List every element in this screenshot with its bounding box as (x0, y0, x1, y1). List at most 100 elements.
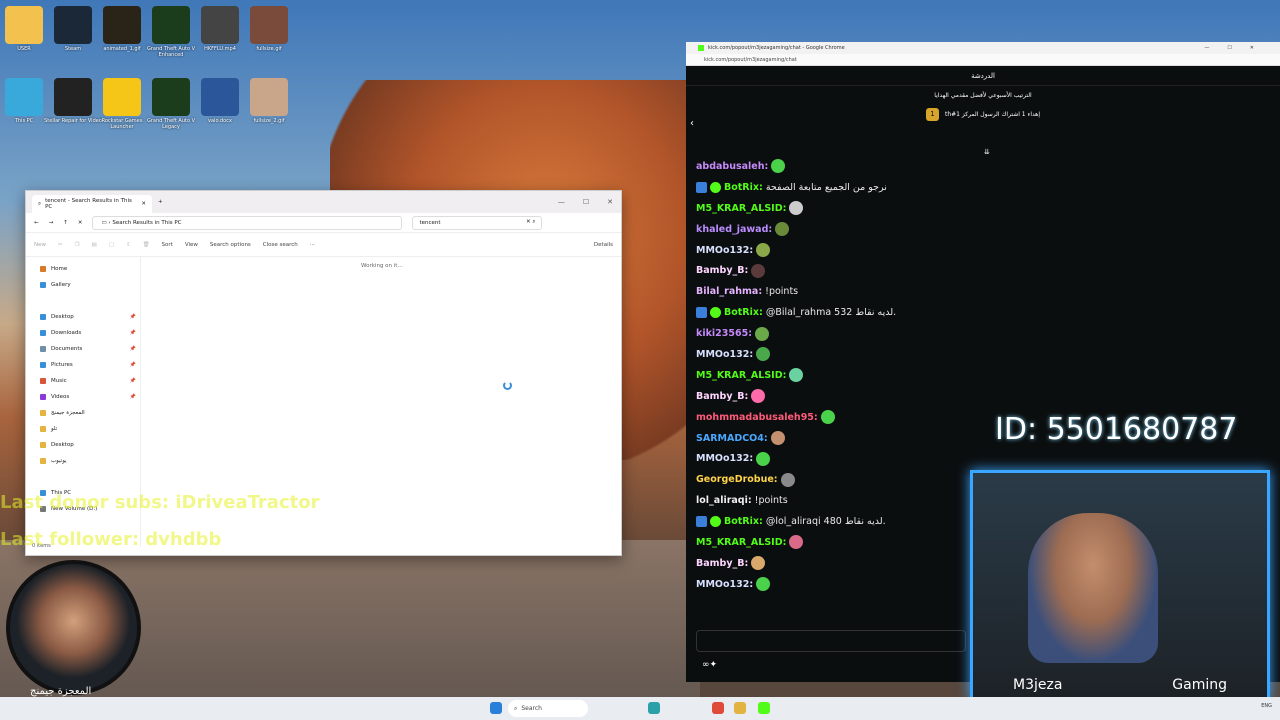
share-icon[interactable]: ⇪ (126, 242, 131, 248)
chevron-left-icon[interactable]: ‹ (690, 118, 694, 129)
nav-item[interactable]: Gallery (26, 277, 140, 293)
chat-username[interactable]: MMOo132: (696, 579, 753, 590)
chat-message[interactable]: MMOo132: (696, 448, 1046, 469)
emoji-picker-icon[interactable]: ∞✦ (702, 660, 717, 670)
search-field[interactable]: tencent ✕ ⌕ (412, 215, 543, 230)
nav-item[interactable]: Desktop (26, 437, 140, 453)
desktop-icon[interactable]: fullsize.gif (239, 6, 299, 52)
nav-item[interactable]: تلو (26, 421, 140, 437)
nav-item-label: Desktop (51, 314, 74, 320)
clear-search-icon[interactable]: ✕ ⌕ (526, 219, 535, 226)
address-bar: ← → ↑ ✕ ▭ › Search Results in This PC te… (26, 213, 621, 233)
chat-message[interactable]: Bamby_B: (696, 386, 1046, 407)
forward-icon[interactable]: → (49, 220, 54, 226)
new-tab-icon[interactable]: + (158, 199, 163, 205)
chrome-url-bar[interactable]: kick.com/popout/m3jezagaming/chat (686, 54, 1280, 66)
chat-text: @Bilal_rahma 532 لديه نقاط. (765, 307, 897, 319)
chat-username[interactable]: M5_KRAR_ALSID: (696, 537, 786, 548)
nav-item[interactable]: Documents 📌 (26, 341, 140, 357)
stop-icon[interactable]: ✕ (78, 220, 83, 226)
chat-username[interactable]: khaled_jawad: (696, 224, 772, 235)
chat-message[interactable]: kiki23565: (696, 323, 1046, 344)
emote-icon (756, 243, 771, 257)
chat-username[interactable]: MMOo132: (696, 245, 753, 256)
search-options-button[interactable]: Search options (210, 242, 251, 248)
close-tab-icon[interactable]: ✕ (141, 201, 146, 207)
chrome-title: kick.com/popout/m3jezagaming/chat - Goog… (708, 45, 845, 51)
details-button[interactable]: Details (594, 242, 613, 248)
nav-item[interactable]: يوتيوب (26, 453, 140, 469)
more-button[interactable]: ··· (310, 242, 315, 248)
chat-username[interactable]: MMOo132: (696, 453, 753, 464)
chat-username[interactable]: GeorgeDrobue: (696, 474, 778, 485)
emote-icon (756, 451, 771, 466)
chat-username[interactable]: Bilal_rahma: (696, 286, 762, 297)
chat-username[interactable]: SARMADCO4: (696, 433, 768, 444)
chat-username[interactable]: BotRix: (724, 516, 763, 527)
minimize-icon[interactable]: — (558, 198, 565, 206)
nav-item[interactable]: Desktop 📌 (26, 309, 140, 325)
nav-item[interactable]: Home (26, 261, 140, 277)
nav-item[interactable]: Videos 📌 (26, 389, 140, 405)
chat-message[interactable]: khaled_jawad: (696, 219, 1046, 240)
chat-message[interactable]: MMOo132: (696, 240, 1046, 261)
chat-message[interactable]: SARMADCO4: (696, 428, 1046, 449)
kick-taskbar-icon[interactable] (758, 702, 770, 714)
rename-icon[interactable]: ▢ (109, 242, 114, 248)
chat-message[interactable]: Bilal_rahma: !points (696, 281, 1046, 302)
language-indicator[interactable]: ENG (1261, 703, 1272, 709)
new-button[interactable]: New (34, 242, 46, 248)
chat-message[interactable]: Bamby_B: (696, 260, 1046, 281)
start-icon[interactable] (490, 702, 502, 714)
nav-item[interactable]: Downloads 📌 (26, 325, 140, 341)
chat-input[interactable] (696, 630, 966, 652)
chat-message[interactable]: MMOo132: (696, 344, 1046, 365)
close-icon[interactable]: ✕ (607, 198, 613, 206)
edge-icon[interactable] (648, 702, 660, 714)
up-icon[interactable]: ↑ (63, 220, 68, 226)
cut-icon[interactable]: ✂ (58, 242, 63, 248)
chat-username[interactable]: lol_aliraqi: (696, 495, 752, 506)
nav-item[interactable]: Music 📌 (26, 373, 140, 389)
chat-username[interactable]: mohmmadabusaleh95: (696, 412, 818, 423)
path-field[interactable]: ▭ › Search Results in This PC (92, 215, 403, 230)
chrome-taskbar-icon[interactable] (712, 702, 724, 714)
scroll-down-icon[interactable]: ⇊ (984, 148, 990, 156)
nav-item[interactable]: المعجزة جيمنج (26, 405, 140, 421)
maximize-icon[interactable]: ☐ (583, 198, 589, 206)
chat-username[interactable]: M5_KRAR_ALSID: (696, 370, 786, 381)
chat-username[interactable]: M5_KRAR_ALSID: (696, 203, 786, 214)
sort-button[interactable]: Sort (162, 242, 173, 248)
desktop-icon[interactable]: fullsize_2.gif (239, 78, 299, 124)
nav-item-label: Desktop (51, 442, 74, 448)
explorer-tab[interactable]: ⌕ tencent - Search Results in This PC ✕ (32, 195, 152, 213)
emote-icon (751, 556, 766, 571)
chat-message[interactable]: BotRix: @Bilal_rahma 532 لديه نقاط. (696, 302, 1046, 323)
chat-username[interactable]: BotRix: (724, 182, 763, 193)
delete-icon[interactable]: 🗑 (143, 242, 150, 248)
chat-username[interactable]: Bamby_B: (696, 391, 748, 402)
chat-username[interactable]: kiki23565: (696, 328, 752, 339)
back-icon[interactable]: ← (34, 220, 39, 226)
taskbar-search[interactable]: ⌕ Search (508, 700, 588, 717)
chat-username[interactable]: BotRix: (724, 307, 763, 318)
paste-icon[interactable]: ▤ (92, 242, 97, 248)
close-search-button[interactable]: Close search (263, 242, 298, 248)
chat-message[interactable]: M5_KRAR_ALSID: (696, 198, 1046, 219)
chat-message[interactable]: M5_KRAR_ALSID: (696, 365, 1046, 386)
chat-username[interactable]: abdabusaleh: (696, 161, 768, 172)
copy-icon[interactable]: ❐ (75, 242, 80, 248)
chat-message[interactable]: mohmmadabusaleh95: (696, 407, 1046, 428)
chrome-window-controls[interactable]: —☐✕ (1204, 45, 1280, 51)
chat-username[interactable]: MMOo132: (696, 349, 753, 360)
view-button[interactable]: View (185, 242, 198, 248)
monitor-icon: ▭ (101, 219, 107, 226)
chat-username[interactable]: Bamby_B: (696, 265, 748, 276)
nav-item[interactable]: Pictures 📌 (26, 357, 140, 373)
chat-message[interactable]: abdabusaleh: (696, 156, 1046, 177)
chat-message[interactable]: BotRix: نرجو من الجميع متابعة الصفحة (696, 177, 1046, 198)
pinned-text: th#إهداء 1 اشتراك الرسول المركز 1 (944, 110, 1041, 118)
pinned-message[interactable]: 1 th#إهداء 1 اشتراك الرسول المركز 1 (686, 99, 1280, 129)
chat-username[interactable]: Bamby_B: (696, 558, 748, 569)
file-explorer-taskbar-icon[interactable] (734, 702, 746, 714)
